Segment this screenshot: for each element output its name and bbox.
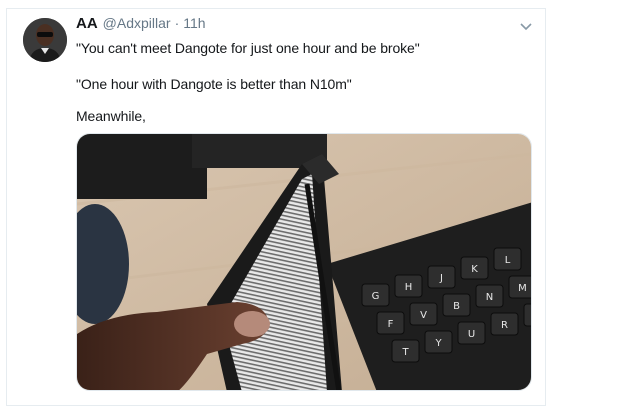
tweet-photo[interactable]: GHJKLFVBNMTYUR5 xyxy=(76,133,532,391)
tweet-text-line: Meanwhile, xyxy=(76,108,146,124)
keyboard-key xyxy=(523,303,531,327)
keyboard-key-label: N xyxy=(486,292,493,303)
avatar[interactable] xyxy=(23,18,67,62)
keyboard-key-label: Y xyxy=(434,338,442,349)
photo-wallet-keyboard: GHJKLFVBNMTYUR5 xyxy=(77,134,531,390)
user-handle[interactable]: @Adxpillar xyxy=(103,15,171,31)
keyboard-key-label: F xyxy=(388,319,394,330)
keyboard-key-label: G xyxy=(372,291,380,302)
keyboard-key-label: M xyxy=(518,283,527,294)
separator-dot: · xyxy=(174,15,180,31)
tweet-text-line: "One hour with Dangote is better than N1… xyxy=(76,76,352,92)
tweet-header: AA @Adxpillar · 11h xyxy=(76,15,206,35)
keyboard-key-label: B xyxy=(453,301,460,312)
chevron-down-icon[interactable] xyxy=(519,18,533,31)
avatar-image xyxy=(23,18,67,62)
keyboard-key-label: T xyxy=(401,347,409,358)
keyboard-key-label: H xyxy=(405,282,413,293)
tweet-text-line: "You can't meet Dangote for just one hou… xyxy=(76,40,420,56)
keyboard-key-label: R xyxy=(501,320,508,331)
keyboard-key-label: V xyxy=(420,310,427,321)
keyboard-key-label: J xyxy=(439,273,443,284)
keyboard-key-label: K xyxy=(471,264,478,275)
tweet-timestamp[interactable]: 11h xyxy=(183,15,205,31)
display-name[interactable]: AA xyxy=(76,15,98,32)
keyboard-key-label: U xyxy=(468,329,475,340)
keyboard-key-label: L xyxy=(505,255,511,266)
